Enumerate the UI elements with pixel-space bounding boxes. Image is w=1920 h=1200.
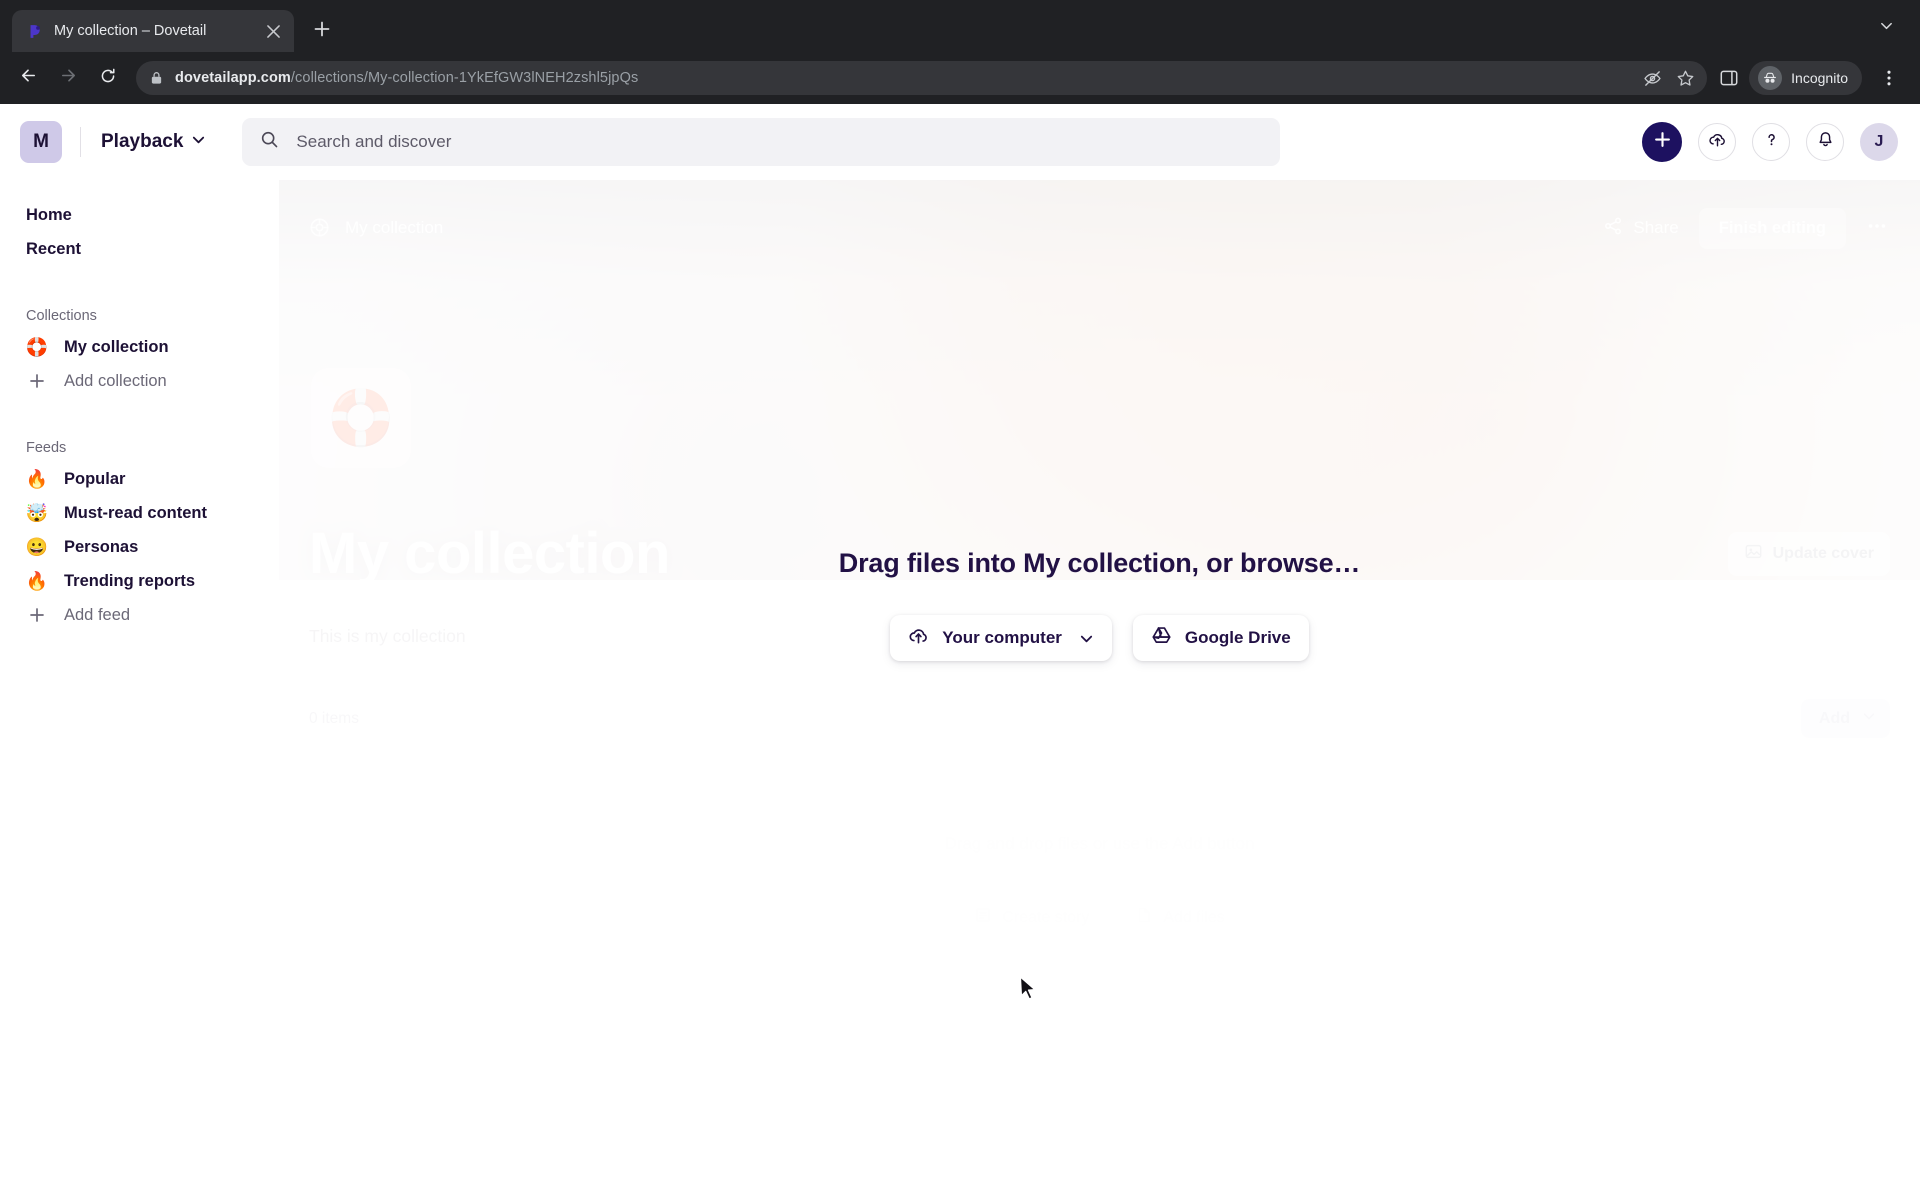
incognito-indicator[interactable]: Incognito [1749, 61, 1862, 95]
sidebar-item-must-read-content[interactable]: 🤯 Must-read content [0, 496, 278, 530]
incognito-icon [1758, 66, 1783, 90]
google-drive-button[interactable]: Google Drive [1132, 615, 1309, 661]
chevron-down-icon [1879, 18, 1894, 38]
browser-window: My collection – Dovetail dovetailapp.com… [0, 0, 1920, 1200]
sidebar-section-collections: Collections [26, 308, 97, 324]
search-icon [260, 130, 279, 154]
side-panel-icon[interactable] [1719, 68, 1739, 88]
sidebar-item-label: Must-read content [64, 503, 208, 522]
drop-overlay-title: Drag files into My collection, or browse… [838, 548, 1361, 578]
fire-icon: 🔥 [25, 571, 49, 591]
search-input[interactable]: Search and discover [242, 118, 1281, 166]
browser-omnibar: dovetailapp.com/collections/My-collectio… [0, 52, 1920, 104]
url-bar[interactable]: dovetailapp.com/collections/My-collectio… [136, 61, 1708, 95]
plus-icon [314, 21, 330, 42]
sidebar-item-label: My collection [64, 337, 169, 356]
sidebar-add-feed[interactable]: Add feed [0, 598, 278, 632]
upload-button[interactable] [1698, 123, 1736, 161]
sidebar-item-popular[interactable]: 🔥 Popular [0, 462, 278, 496]
app-topbar: M Playback Search and discover J [0, 104, 1920, 180]
drop-overlay-actions: Your computer Google Drive [890, 615, 1309, 661]
notifications-button[interactable] [1806, 123, 1844, 161]
google-drive-icon [1151, 625, 1172, 651]
forward-arrow-icon [59, 66, 78, 90]
sidebar-item-trending-reports[interactable]: 🔥 Trending reports [0, 564, 278, 598]
close-icon[interactable] [262, 20, 284, 42]
bell-icon [1816, 130, 1835, 154]
project-switcher[interactable]: Playback [101, 131, 206, 153]
sidebar: Home Recent Collections 🛟 My collection … [0, 180, 279, 1200]
back-button[interactable] [10, 60, 46, 96]
plus-icon [26, 607, 48, 623]
topbar-divider [80, 127, 81, 157]
lifebuoy-icon: 🛟 [25, 337, 49, 357]
url-host: dovetailapp.com [175, 70, 291, 86]
sidebar-item-label: Home [26, 205, 72, 224]
create-button[interactable] [1642, 122, 1682, 162]
plus-icon [1654, 131, 1671, 153]
dovetail-app: M Playback Search and discover J Home Re… [0, 104, 1920, 1200]
project-name: Playback [101, 131, 184, 152]
sidebar-item-label: Add feed [64, 605, 131, 624]
url-bar-actions [1631, 69, 1695, 88]
fire-icon: 🔥 [25, 469, 49, 489]
cloud-upload-icon [908, 625, 929, 651]
sidebar-item-personas[interactable]: 😀 Personas [0, 530, 278, 564]
reload-icon [99, 67, 117, 90]
url-text: dovetailapp.com/collections/My-collectio… [175, 70, 638, 86]
mind-blown-icon: 🤯 [25, 503, 49, 523]
chevron-down-icon [1079, 631, 1094, 646]
plus-icon [26, 373, 48, 389]
back-arrow-icon [19, 66, 38, 90]
help-button[interactable] [1752, 123, 1790, 161]
browser-tabstrip: My collection – Dovetail [0, 0, 1920, 52]
topbar-actions: J [1642, 122, 1898, 162]
sidebar-add-collection[interactable]: Add collection [0, 364, 278, 398]
reload-button[interactable] [90, 60, 126, 96]
sidebar-item-label: Trending reports [64, 571, 196, 590]
sidebar-item-recent[interactable]: Recent [0, 232, 278, 266]
url-path: /collections/My-collection-1YkEfGW3lNEH2… [290, 70, 639, 86]
sidebar-item-label: Personas [64, 537, 139, 556]
kebab-menu-icon[interactable] [1872, 61, 1906, 95]
smiley-icon: 😀 [25, 537, 49, 557]
main-content: My collection [279, 180, 1920, 1200]
omnibar-right-actions: Incognito [1719, 61, 1906, 95]
incognito-label: Incognito [1791, 70, 1848, 86]
sidebar-item-my-collection[interactable]: 🛟 My collection [0, 330, 278, 364]
new-tab-button[interactable] [304, 13, 340, 49]
app-body: Home Recent Collections 🛟 My collection … [0, 180, 1920, 1200]
question-mark-icon [1762, 130, 1781, 154]
your-computer-button[interactable]: Your computer [890, 615, 1112, 661]
dovetail-logo-icon [26, 22, 44, 40]
cloud-upload-icon [1708, 130, 1727, 154]
avatar[interactable]: J [1860, 123, 1898, 161]
mouse-pointer-icon [1019, 976, 1038, 1006]
search-area: Search and discover [206, 118, 1642, 166]
browser-tab-title: My collection – Dovetail [54, 23, 207, 39]
tab-search-button[interactable] [1868, 10, 1904, 46]
lock-icon [150, 71, 165, 86]
eye-off-icon[interactable] [1643, 69, 1662, 88]
forward-button [50, 60, 86, 96]
sidebar-section-feeds: Feeds [26, 440, 67, 456]
sidebar-item-label: Popular [64, 469, 126, 488]
workspace-badge[interactable]: M [20, 121, 62, 163]
your-computer-label: Your computer [942, 628, 1062, 647]
sidebar-item-label: Add collection [64, 371, 167, 390]
sidebar-item-label: Recent [26, 239, 82, 258]
chevron-down-icon [191, 131, 206, 153]
google-drive-label: Google Drive [1184, 628, 1291, 647]
search-placeholder: Search and discover [296, 132, 452, 151]
star-icon[interactable] [1676, 69, 1695, 88]
browser-tab[interactable]: My collection – Dovetail [12, 10, 294, 52]
file-drop-overlay[interactable]: Drag files into My collection, or browse… [279, 180, 1920, 1200]
sidebar-item-home[interactable]: Home [0, 198, 278, 232]
